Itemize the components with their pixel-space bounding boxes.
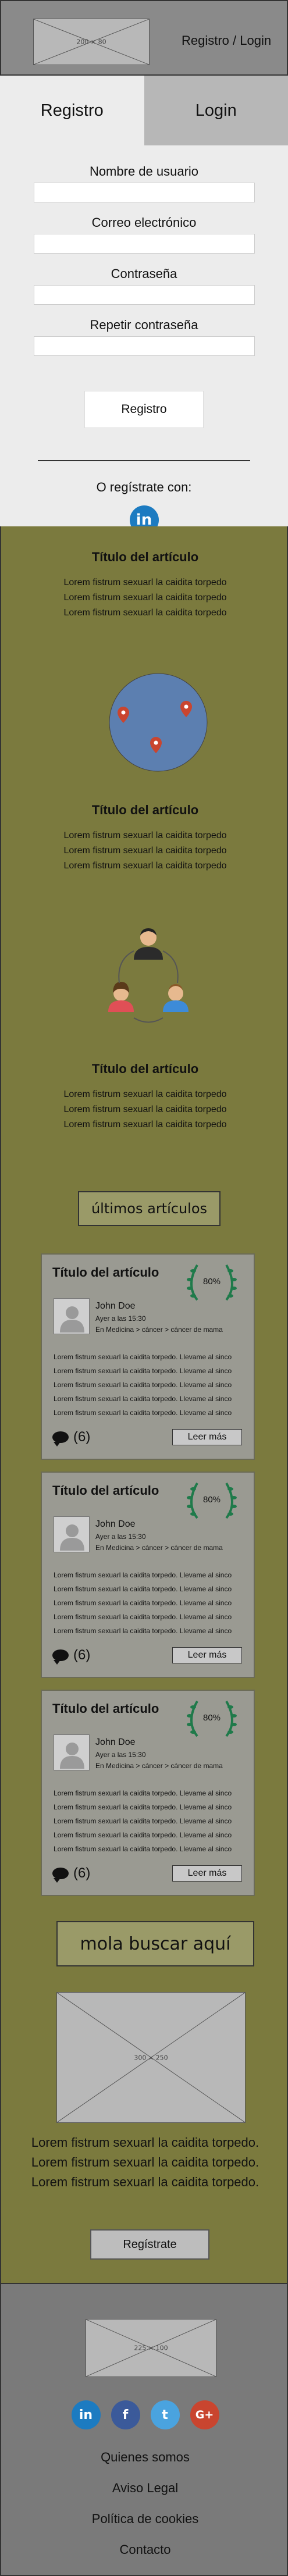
auth-tabs: Registro Login xyxy=(0,76,288,145)
latest-articles-heading: últimos artículos xyxy=(78,1191,221,1226)
footer-link-about[interactable]: Quienes somos xyxy=(1,2450,288,2465)
twitter-icon[interactable]: t xyxy=(150,2400,180,2429)
card-excerpt: Lorem fistrum sexuarl la caidita torpedo… xyxy=(54,1571,232,1635)
username-label: Nombre de usuario xyxy=(89,164,199,179)
comments-count[interactable]: (6) xyxy=(52,1429,90,1446)
search-banner[interactable]: mola buscar aquí xyxy=(56,1921,254,1966)
rating-value: 80% xyxy=(202,1713,221,1723)
password-field[interactable] xyxy=(33,285,255,305)
card-category: En Medicina > cáncer > cáncer de mama xyxy=(95,1762,223,1770)
article-text: Lorem fistrum sexuarl la caidita torpedo… xyxy=(63,578,227,618)
comment-icon xyxy=(52,1868,69,1883)
register-button[interactable]: Regístrate xyxy=(90,2229,209,2260)
email-field[interactable] xyxy=(33,234,255,254)
card-author: John Doe xyxy=(95,1301,136,1311)
footer-link-contact[interactable]: Contacto xyxy=(1,2542,288,2557)
card-author: John Doe xyxy=(95,1519,136,1529)
card-excerpt: Lorem fistrum sexuarl la caidita torpedo… xyxy=(54,1353,232,1417)
promo-image-size-label: 300 × 250 xyxy=(134,2054,168,2061)
logo-size-label: 200 × 80 xyxy=(76,38,106,46)
site-header: 200 × 80 Registro / Login xyxy=(0,0,288,76)
site-logo[interactable]: 200 × 80 xyxy=(33,19,150,65)
footer-link-cookies[interactable]: Política de cookies xyxy=(1,2511,288,2527)
tab-login[interactable]: Login xyxy=(144,76,288,145)
article-title[interactable]: Título del artículo xyxy=(1,550,288,565)
site-footer: 225 × 100 in f t G+ Quienes somos Aviso … xyxy=(0,2283,288,2576)
person-icon xyxy=(163,984,189,1012)
promo-image: 300 × 250 xyxy=(56,1992,246,2123)
avatar xyxy=(54,1516,90,1552)
person-icon xyxy=(108,982,134,1012)
card-date: Ayer a las 15:30 xyxy=(95,1751,146,1759)
card-title[interactable]: Título del artículo xyxy=(52,1265,159,1280)
card-category: En Medicina > cáncer > cáncer de mama xyxy=(95,1326,223,1334)
laurel-rating-icon: 80% xyxy=(183,1259,241,1306)
footer-links: Quienes somos Aviso Legal Política de co… xyxy=(1,2450,288,2573)
main-content: Título del artículo Lorem fistrum sexuar… xyxy=(0,526,288,2283)
username-field[interactable] xyxy=(33,183,255,202)
footer-link-legal[interactable]: Aviso Legal xyxy=(1,2481,288,2496)
card-excerpt: Lorem fistrum sexuarl la caidita torpedo… xyxy=(54,1789,232,1853)
card-title[interactable]: Título del artículo xyxy=(52,1483,159,1498)
article-1: Título del artículo Lorem fistrum sexuar… xyxy=(1,550,288,621)
card-category: En Medicina > cáncer > cáncer de mama xyxy=(95,1544,223,1552)
comment-icon xyxy=(52,1431,69,1446)
article-card[interactable]: Título del artículo 80% John Doe Ayer a … xyxy=(41,1690,255,1896)
article-title[interactable]: Título del artículo xyxy=(1,803,288,818)
tab-registro[interactable]: Registro xyxy=(0,76,144,145)
rating-value: 80% xyxy=(202,1495,221,1505)
people-network-illustration xyxy=(108,928,189,1023)
article-card[interactable]: Título del artículo 80% John Doe Ayer a … xyxy=(41,1253,255,1460)
email-label: Correo electrónico xyxy=(91,215,197,230)
register-login-link[interactable]: Registro / Login xyxy=(182,33,271,48)
person-icon xyxy=(134,928,163,960)
card-date: Ayer a las 15:30 xyxy=(95,1314,146,1323)
avatar xyxy=(54,1298,90,1334)
comments-count[interactable]: (6) xyxy=(52,1647,90,1665)
rating-value: 80% xyxy=(202,1277,221,1287)
social-register-text: O regístrate con: xyxy=(96,480,192,494)
repeat-password-label: Repetir contraseña xyxy=(90,318,198,332)
comment-icon xyxy=(52,1649,69,1665)
laurel-rating-icon: 80% xyxy=(183,1477,241,1524)
article-text: Lorem fistrum sexuarl la caidita torpedo… xyxy=(63,831,227,871)
article-3: Título del artículo Lorem fistrum sexuar… xyxy=(1,1061,288,1132)
card-author: John Doe xyxy=(95,1737,136,1747)
article-title[interactable]: Título del artículo xyxy=(1,1061,288,1077)
repeat-password-field[interactable] xyxy=(33,336,255,356)
footer-logo-size-label: 225 × 100 xyxy=(134,2344,168,2352)
card-date: Ayer a las 15:30 xyxy=(95,1533,146,1541)
read-more-button[interactable]: Leer más xyxy=(172,1647,242,1663)
article-card[interactable]: Título del artículo 80% John Doe Ayer a … xyxy=(41,1472,255,1678)
facebook-icon[interactable]: f xyxy=(111,2400,140,2429)
avatar xyxy=(54,1734,90,1770)
auth-panel: Registro Login Nombre de usuario Correo … xyxy=(0,76,288,535)
card-title[interactable]: Título del artículo xyxy=(52,1701,159,1716)
footer-logo[interactable]: 225 × 100 xyxy=(86,2319,216,2377)
article-2: Título del artículo Lorem fistrum sexuar… xyxy=(1,803,288,874)
promo-text: Lorem fistrum sexuarl la caidita torpedo… xyxy=(31,2135,259,2189)
comments-count[interactable]: (6) xyxy=(52,1865,90,1883)
social-links: in f t G+ xyxy=(1,2400,288,2429)
map-illustration xyxy=(109,673,208,772)
googleplus-icon[interactable]: G+ xyxy=(190,2400,219,2429)
divider xyxy=(38,460,250,461)
linkedin-icon[interactable]: in xyxy=(71,2400,101,2429)
read-more-button[interactable]: Leer más xyxy=(172,1865,242,1882)
article-text: Lorem fistrum sexuarl la caidita torpedo… xyxy=(63,1089,227,1130)
password-label: Contraseña xyxy=(111,266,177,281)
laurel-rating-icon: 80% xyxy=(183,1695,241,1742)
register-form: Nombre de usuario Correo electrónico Con… xyxy=(0,164,288,535)
register-submit-button[interactable]: Registro xyxy=(84,391,204,428)
read-more-button[interactable]: Leer más xyxy=(172,1429,242,1445)
